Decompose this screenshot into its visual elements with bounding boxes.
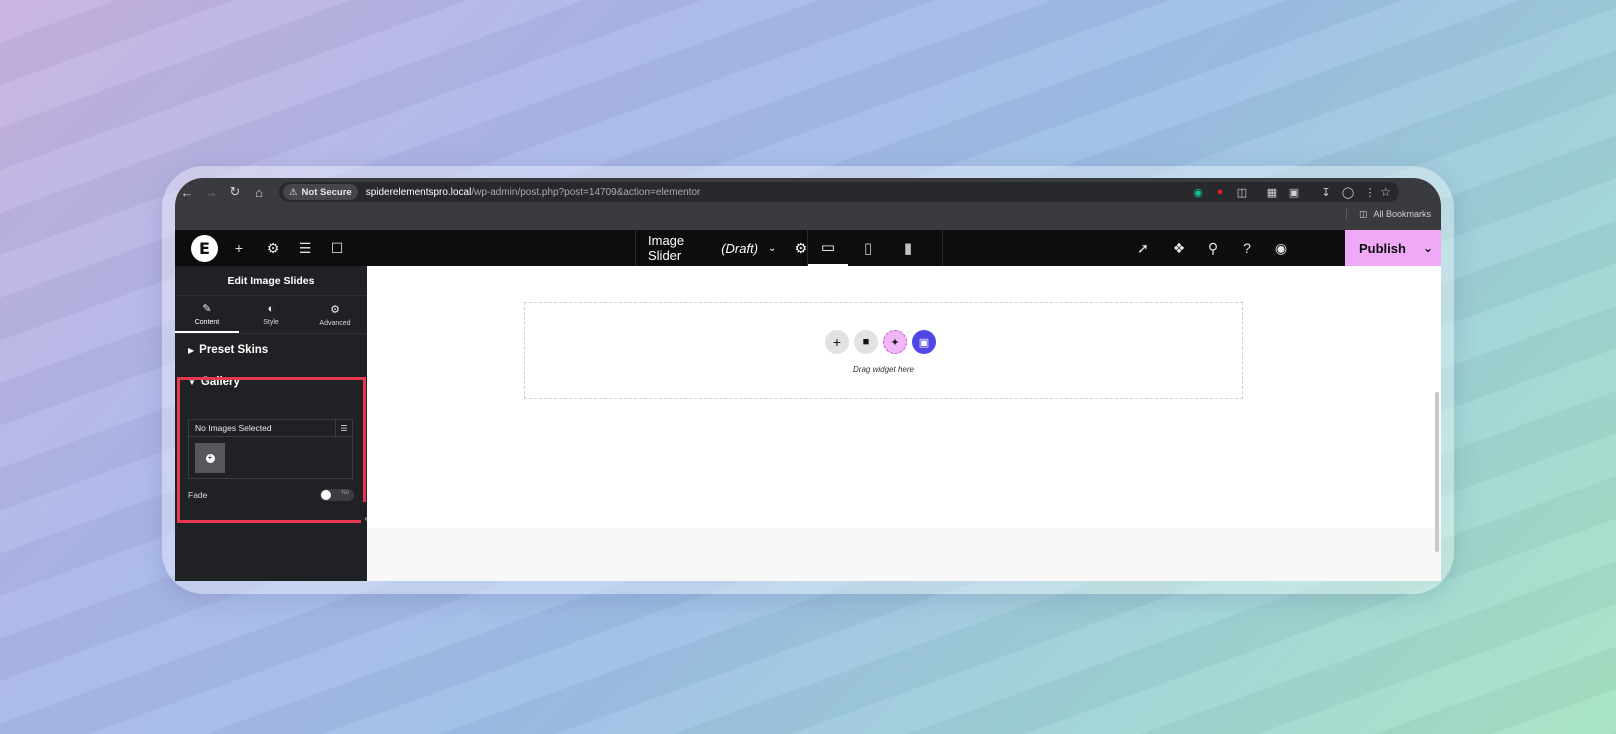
browser-chrome: ← → ↻ ⌂ ⚠ Not Secure spiderelementspro.l… — [175, 178, 1441, 230]
pencil-icon: ✎ — [202, 302, 212, 315]
grammarly-icon[interactable]: ◉ — [1187, 182, 1209, 202]
panel-title: Edit Image Slides — [175, 266, 367, 296]
notifications-megaphone-icon[interactable]: ❖ — [1167, 236, 1191, 260]
bookmark-star-icon[interactable]: ☆ — [1380, 185, 1391, 199]
preview-canvas: + ■ ✦ ▣ Drag widget here — [367, 266, 1441, 581]
panel-tabs: ✎ Content ◐ Style ⚙ Advanced — [175, 296, 367, 334]
download-icon[interactable]: ↧ — [1315, 182, 1337, 202]
preview-eye-icon[interactable]: ◉ — [1269, 236, 1293, 260]
back-icon[interactable]: ← — [175, 182, 199, 202]
security-badge[interactable]: ⚠ Not Secure — [283, 184, 358, 200]
screenshot-icon[interactable]: ▣ — [1283, 182, 1305, 202]
elementor-logo-icon[interactable]: E — [191, 235, 218, 262]
caret-right-icon: ▶ — [188, 345, 195, 355]
section-preset-skins[interactable]: ▶ Preset Skins — [175, 334, 367, 366]
page-settings-icon[interactable]: ⚙ — [794, 240, 807, 257]
extensions-bar: ◉ ● ◫ ▦ ▣ ↧ ◯ ⋮ — [1187, 182, 1381, 202]
desktop-icon[interactable]: ▭ — [808, 230, 848, 266]
record-icon[interactable]: ● — [1209, 182, 1231, 202]
dynamic-tags-icon[interactable]: ☰ — [335, 420, 352, 436]
tab-style[interactable]: ◐ Style — [239, 296, 303, 333]
publish-button[interactable]: Publish ⌄ — [1345, 230, 1441, 266]
ai-sparkle-icon[interactable]: ✦ — [883, 330, 907, 354]
document-title[interactable]: Image Slider (Draft) ⌄ ⚙ — [635, 230, 807, 266]
warning-icon: ⚠ — [289, 186, 298, 198]
contrast-icon: ◐ — [267, 303, 275, 315]
add-section-icon[interactable]: + — [825, 330, 849, 354]
menu-dots-icon[interactable]: ⋮ — [1359, 182, 1381, 202]
drop-zone-actions: + ■ ✦ ▣ — [825, 330, 936, 354]
forward-icon[interactable]: → — [199, 182, 223, 202]
canvas-footer-area — [367, 528, 1441, 581]
drop-zone-text: Drag widget here — [853, 365, 914, 374]
template-library-icon[interactable]: ■ — [854, 330, 878, 354]
structure-layers-icon[interactable]: ☰ — [293, 236, 317, 260]
tablet-icon[interactable]: ▯ — [848, 230, 888, 266]
plus-circle-icon: + — [205, 453, 215, 463]
gallery-control: No Images Selected ☰ + — [188, 419, 353, 479]
tab-advanced[interactable]: ⚙ Advanced — [303, 296, 367, 333]
fade-control: Fade No — [188, 487, 354, 503]
search-icon[interactable]: ⚲ — [1201, 236, 1225, 260]
canvas-scrollbar[interactable] — [1435, 392, 1439, 552]
launch-rocket-icon[interactable]: ➚ — [1131, 236, 1155, 260]
chevron-down-icon[interactable]: ⌄ — [1423, 241, 1433, 255]
translate-icon[interactable]: ▦ — [1261, 182, 1283, 202]
editor-panel: Edit Image Slides ✎ Content ◐ Style ⚙ Ad… — [175, 266, 367, 581]
nav-buttons: ← → ↻ ⌂ — [175, 182, 271, 202]
drop-zone[interactable]: + ■ ✦ ▣ Drag widget here — [524, 302, 1243, 399]
home-icon[interactable]: ⌂ — [247, 182, 271, 202]
site-settings-icon[interactable]: ⚙ — [261, 236, 285, 260]
gallery-status: No Images Selected ☰ — [189, 420, 352, 437]
editor-topbar: E + ⚙ ☰ ☐ Image Slider (Draft) ⌄ ⚙ ▭ ▯ ▮… — [175, 230, 1441, 266]
tab-content[interactable]: ✎ Content — [175, 296, 239, 333]
comments-icon[interactable]: ☐ — [325, 236, 349, 260]
puzzle-icon[interactable]: ◫ — [1231, 182, 1253, 202]
browser-window: ← → ↻ ⌂ ⚠ Not Secure spiderelementspro.l… — [175, 178, 1441, 581]
responsive-switcher: ▭ ▯ ▮ — [807, 230, 943, 266]
url-text[interactable]: spiderelementspro.local/wp-admin/post.ph… — [366, 187, 701, 198]
profile-avatar[interactable]: ◯ — [1337, 182, 1359, 202]
folder-icon: ◫ — [1358, 208, 1368, 219]
add-element-icon[interactable]: + — [227, 236, 251, 260]
gear-icon: ⚙ — [330, 303, 340, 316]
chevron-down-icon: ⌄ — [768, 242, 777, 254]
help-icon[interactable]: ? — [1235, 236, 1259, 260]
spider-elements-icon[interactable]: ▣ — [912, 330, 936, 354]
bookmarks-bar[interactable]: ◫ All Bookmarks — [1345, 208, 1431, 220]
add-images-button[interactable]: + — [195, 443, 225, 473]
fade-toggle[interactable]: No — [320, 489, 354, 501]
mobile-icon[interactable]: ▮ — [888, 230, 928, 266]
reload-icon[interactable]: ↻ — [223, 182, 247, 202]
